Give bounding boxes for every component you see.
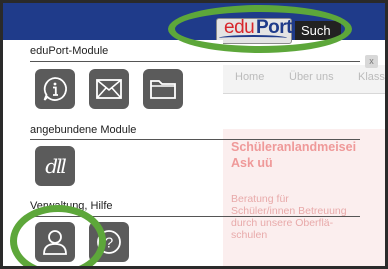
highlight-oval-user — [10, 205, 106, 266]
background-heading: Schüleranlandmeisei Ask uü — [231, 139, 356, 171]
section-divider — [30, 139, 360, 140]
text-line: schulen — [231, 229, 268, 241]
info-icon — [43, 77, 67, 101]
info-module-button[interactable] — [35, 69, 75, 109]
highlight-oval-logo — [168, 5, 352, 53]
heading-line: Ask uü — [231, 156, 273, 170]
section-title-eduport-module: eduPort-Module — [30, 45, 109, 57]
files-module-button[interactable] — [143, 69, 183, 109]
section-divider — [30, 61, 360, 62]
tab-home[interactable]: Home — [235, 71, 264, 83]
section-title-angebundene-module: angebundene Module — [30, 124, 137, 136]
tab-klassen[interactable]: Klassen — [358, 71, 385, 83]
heading-line: Schüleranlandmeisei — [231, 140, 357, 154]
help-glyph: ? — [105, 235, 113, 252]
dll-module-button[interactable]: dll — [35, 146, 75, 186]
app-window: edu Port Such Home Über uns Klassen x Sc… — [0, 0, 388, 269]
folder-icon — [150, 80, 176, 99]
mail-module-button[interactable] — [89, 69, 129, 109]
mail-icon — [96, 79, 122, 99]
background-text: Beratung für Schüler/innen Betreuung dur… — [231, 193, 347, 241]
close-button[interactable]: x — [365, 55, 378, 68]
tab-ueber-uns[interactable]: Über uns — [289, 71, 334, 83]
dll-logo: dll — [45, 154, 67, 178]
text-line: durch unsere Oberflä- — [231, 217, 334, 229]
text-line: Beratung für — [231, 193, 289, 205]
